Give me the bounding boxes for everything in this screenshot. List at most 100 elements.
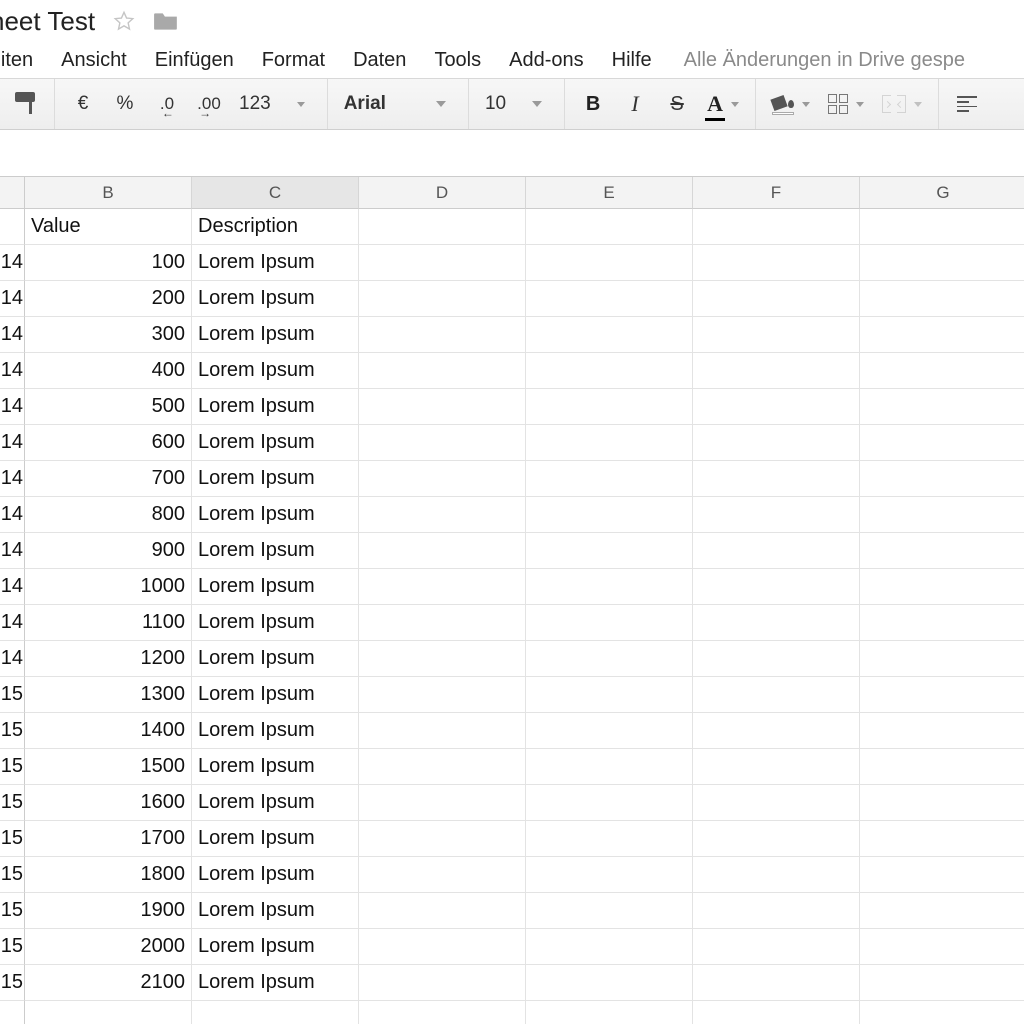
row-header[interactable]: 14 [0, 641, 25, 677]
cell[interactable] [359, 893, 526, 929]
cell[interactable] [526, 245, 693, 281]
cell[interactable] [526, 497, 693, 533]
bold-button[interactable]: B [581, 88, 605, 120]
star-icon[interactable] [113, 10, 135, 32]
cell[interactable] [693, 749, 860, 785]
cell[interactable] [860, 497, 1024, 533]
cell[interactable] [359, 497, 526, 533]
cell[interactable] [860, 893, 1024, 929]
column-header[interactable] [0, 177, 25, 209]
cell[interactable] [693, 1001, 860, 1024]
cell[interactable] [693, 857, 860, 893]
row-header[interactable]: 15 [0, 821, 25, 857]
cell[interactable]: Lorem Ipsum [192, 605, 359, 641]
cell[interactable] [526, 533, 693, 569]
cell[interactable] [693, 317, 860, 353]
strikethrough-button[interactable]: S [665, 88, 689, 120]
cell[interactable]: 2100 [25, 965, 192, 1001]
document-title[interactable]: heet Test [0, 6, 95, 37]
cell[interactable]: 1700 [25, 821, 192, 857]
cell[interactable]: 800 [25, 497, 192, 533]
cell[interactable] [860, 965, 1024, 1001]
cell[interactable]: Lorem Ipsum [192, 677, 359, 713]
menu-item-view[interactable]: Ansicht [61, 49, 127, 72]
cell[interactable]: Lorem Ipsum [192, 785, 359, 821]
cell[interactable] [693, 281, 860, 317]
cell[interactable] [693, 641, 860, 677]
cell[interactable]: Lorem Ipsum [192, 389, 359, 425]
cell[interactable] [860, 929, 1024, 965]
horizontal-align-button[interactable] [955, 88, 979, 120]
cell[interactable] [693, 533, 860, 569]
cell[interactable]: Lorem Ipsum [192, 641, 359, 677]
cell[interactable] [359, 605, 526, 641]
row-header[interactable]: 15 [0, 929, 25, 965]
cell[interactable] [693, 821, 860, 857]
cell[interactable] [359, 677, 526, 713]
cell[interactable]: 600 [25, 425, 192, 461]
fill-color-button[interactable] [772, 88, 810, 120]
cell[interactable]: Lorem Ipsum [192, 245, 359, 281]
cell[interactable] [693, 245, 860, 281]
cell[interactable] [693, 389, 860, 425]
row-header[interactable]: 15 [0, 677, 25, 713]
cell[interactable]: 1100 [25, 605, 192, 641]
cell[interactable]: Lorem Ipsum [192, 497, 359, 533]
row-header[interactable]: 15 [0, 749, 25, 785]
cell[interactable]: Lorem Ipsum [192, 749, 359, 785]
cell[interactable]: Lorem Ipsum [192, 713, 359, 749]
spreadsheet-grid[interactable]: B C D E F G Value Description 14100Lorem… [0, 176, 1024, 1024]
cell[interactable] [359, 1001, 526, 1024]
cell[interactable]: 1400 [25, 713, 192, 749]
merge-cells-button[interactable] [882, 88, 922, 120]
cell[interactable]: 400 [25, 353, 192, 389]
cell[interactable] [860, 245, 1024, 281]
cell[interactable]: 700 [25, 461, 192, 497]
cell[interactable] [693, 353, 860, 389]
cell[interactable] [526, 857, 693, 893]
row-header[interactable]: 15 [0, 713, 25, 749]
column-header-c[interactable]: C [192, 177, 359, 209]
row-header[interactable]: 14 [0, 281, 25, 317]
cell[interactable] [860, 353, 1024, 389]
row-header[interactable]: 14 [0, 317, 25, 353]
cell[interactable] [526, 713, 693, 749]
cell[interactable] [526, 749, 693, 785]
cell[interactable] [693, 425, 860, 461]
menu-item-help[interactable]: Hilfe [612, 49, 652, 72]
cell[interactable] [526, 569, 693, 605]
cell[interactable]: 1200 [25, 641, 192, 677]
cell[interactable]: 100 [25, 245, 192, 281]
number-format-dropdown[interactable]: 123 [239, 88, 311, 120]
cell[interactable]: Lorem Ipsum [192, 281, 359, 317]
menu-item-insert[interactable]: Einfügen [155, 49, 234, 72]
column-header-d[interactable]: D [359, 177, 526, 209]
row-header[interactable]: 14 [0, 245, 25, 281]
cell[interactable] [860, 1001, 1024, 1024]
cell[interactable]: 900 [25, 533, 192, 569]
cell[interactable] [526, 677, 693, 713]
cell[interactable]: Value [25, 209, 192, 245]
cell[interactable]: 2000 [25, 929, 192, 965]
cell[interactable] [526, 965, 693, 1001]
folder-icon[interactable] [153, 10, 179, 32]
cell[interactable] [359, 209, 526, 245]
menu-item-format[interactable]: Format [262, 49, 325, 72]
column-header-g[interactable]: G [860, 177, 1024, 209]
font-size-dropdown[interactable]: 10 [485, 88, 548, 120]
italic-button[interactable]: I [623, 88, 647, 120]
cell[interactable] [693, 677, 860, 713]
cell[interactable] [359, 713, 526, 749]
cell[interactable] [860, 713, 1024, 749]
cell[interactable] [860, 209, 1024, 245]
cell[interactable] [860, 677, 1024, 713]
cell[interactable] [25, 1001, 192, 1024]
cell[interactable] [526, 785, 693, 821]
row-header[interactable]: 15 [0, 893, 25, 929]
cell[interactable]: 300 [25, 317, 192, 353]
cell[interactable] [359, 857, 526, 893]
cell[interactable]: 1600 [25, 785, 192, 821]
menu-item-edit[interactable]: rbeiten [0, 49, 33, 72]
row-header[interactable]: 14 [0, 497, 25, 533]
cell[interactable] [860, 641, 1024, 677]
